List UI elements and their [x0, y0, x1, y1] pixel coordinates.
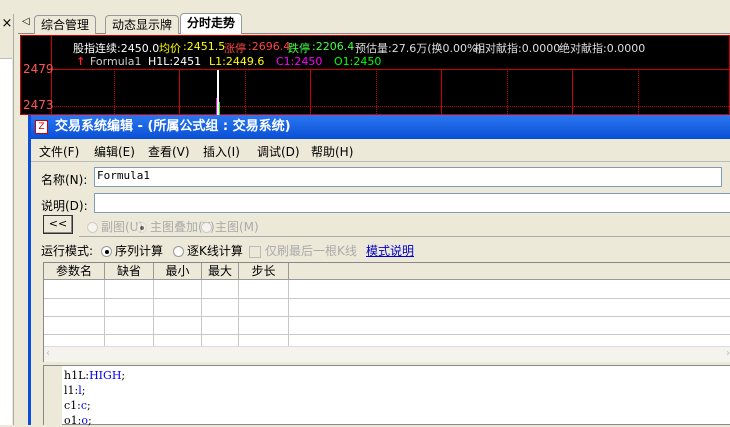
formula-icon: Z — [35, 120, 48, 134]
code-line: h1L:HIGH; — [64, 369, 126, 382]
tab-overview[interactable]: 综合管理 — [34, 15, 97, 34]
column-header[interactable]: 最大 — [202, 263, 239, 280]
horizontal-scrollbar[interactable]: ‹ › — [44, 346, 730, 362]
menu-edit[interactable]: 编辑(E) — [94, 143, 135, 160]
dialog-title: 交易系统编辑 - (所属公式组 : 交易系统) — [55, 119, 291, 134]
column-header[interactable]: 参数名 — [44, 263, 105, 280]
column-header[interactable]: 缺省 — [105, 263, 154, 280]
avg-line — [216, 98, 217, 116]
parameter-table[interactable]: 参数名 缺省 最小 最大 步长 ‹ › — [43, 262, 730, 362]
menu-help[interactable]: 帮助(H) — [311, 143, 353, 160]
y-axis-label: 2479 — [23, 62, 54, 76]
scroll-left-icon[interactable]: ‹ — [46, 348, 50, 359]
dialog-title-bar[interactable]: 交易系统编辑 - (所属公式组 : 交易系统) — [31, 115, 730, 139]
radio-sequence-calc[interactable]: 序列计算 — [101, 242, 163, 259]
index-value: 股指连续:2450.0 — [73, 42, 160, 55]
menu-file[interactable]: 文件(F) — [39, 143, 79, 160]
menu-debug[interactable]: 调试(D) — [257, 143, 300, 160]
avg-price-label: 均价 — [159, 42, 181, 55]
trading-system-editor-dialog: 交易系统编辑 - (所属公式组 : 交易系统) Z 文件(F) 编辑(E) 查看… — [28, 115, 730, 427]
formula-name: Formula1 — [90, 55, 142, 68]
tab-intraday[interactable]: 分时走势 — [180, 13, 243, 34]
l1-value: L1:2449.6 — [209, 55, 265, 68]
code-editor[interactable]: h1L:HIGH; l1:l; c1:c; o1:o; — [43, 365, 730, 427]
close-icon[interactable]: × — [0, 14, 14, 34]
limit-down-label: 跌停 — [288, 42, 310, 55]
description-input[interactable] — [94, 193, 730, 213]
est-volume: 预估量:27.6万(换0.00%) — [355, 42, 482, 55]
code-line: l1:l; — [64, 384, 86, 397]
avg-price: :2451.5 — [183, 40, 226, 53]
intraday-chart[interactable]: 股指连续:2450.0 均价 :2451.5 涨停 :2696.4 跌停 :22… — [20, 35, 730, 116]
tab-dynamic-board[interactable]: 动态显示牌 — [105, 15, 180, 34]
arrow-up-icon: ↑ — [76, 55, 86, 68]
relative-contribution: 相对献指:0.0000 — [474, 42, 561, 55]
h1l-value: H1L:2451 — [148, 55, 202, 68]
menu-insert[interactable]: 插入(I) — [203, 143, 240, 160]
c1-value: C1:2450 — [276, 55, 323, 68]
left-panel-list — [0, 58, 12, 425]
scroll-right-icon[interactable]: › — [726, 348, 730, 359]
name-input[interactable]: Formula1 — [94, 167, 722, 187]
tab-strip: ◁ 综合管理 动态显示牌 分时走势 — [18, 12, 730, 34]
limit-down: :2206.4 — [312, 40, 355, 53]
y-axis-label: 2473 — [23, 98, 54, 112]
radio-main-chart[interactable]: 主图(M) — [201, 218, 259, 235]
code-line: c1:c; — [64, 399, 91, 412]
o1-value: O1:2450 — [334, 55, 382, 68]
limit-up: :2696.4 — [248, 40, 291, 53]
radio-per-bar-calc[interactable]: 逐K线计算 — [173, 242, 243, 259]
collapse-button[interactable]: << — [43, 215, 73, 234]
radio-sub-chart[interactable]: 副图(U) — [87, 218, 143, 235]
tab-scroll-left-icon[interactable]: ◁ — [22, 16, 30, 27]
run-mode-label: 运行模式: — [41, 244, 94, 258]
column-header[interactable]: 步长 — [239, 263, 289, 280]
absolute-contribution: 绝对献指:0.0000 — [559, 42, 646, 55]
mode-help-link[interactable]: 模式说明 — [366, 242, 414, 259]
limit-up-label: 涨停 — [224, 42, 246, 55]
code-line: o1:o; — [64, 414, 92, 427]
editor-gutter — [44, 366, 62, 426]
menu-view[interactable]: 查看(V) — [148, 143, 190, 160]
column-header[interactable]: 最小 — [154, 263, 202, 280]
only-last-bar-checkbox[interactable]: 仅刷最后一根K线 — [249, 242, 357, 259]
name-label: 名称(N): — [41, 173, 88, 187]
description-label: 说明(D): — [41, 199, 88, 213]
